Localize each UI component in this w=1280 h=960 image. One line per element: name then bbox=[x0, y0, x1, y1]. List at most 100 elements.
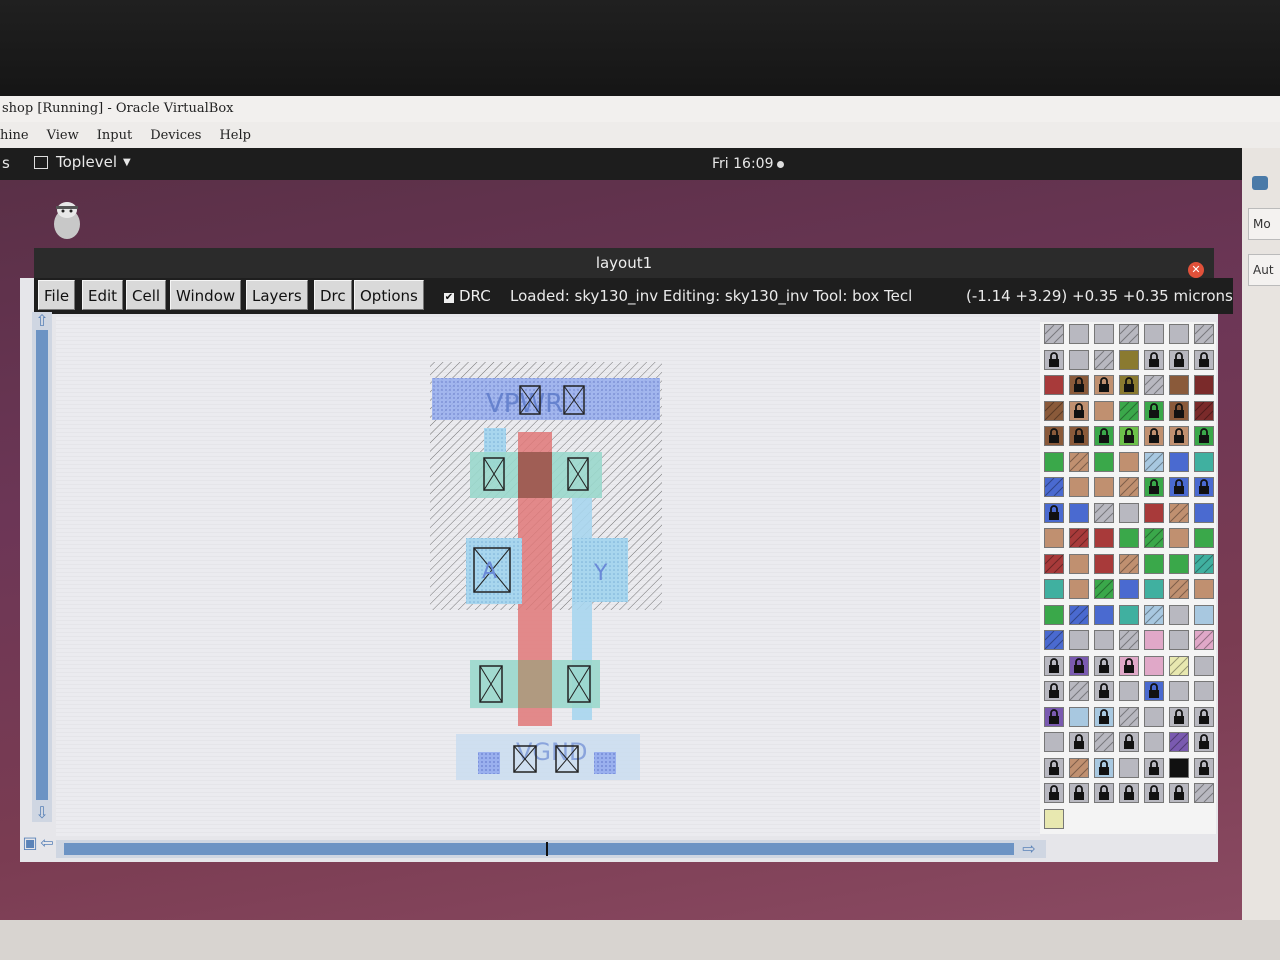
layer-swatch[interactable] bbox=[1194, 553, 1214, 574]
locked-layer-swatch[interactable] bbox=[1044, 655, 1064, 676]
menu-input[interactable]: Input bbox=[97, 128, 132, 143]
menu-machine[interactable]: hine bbox=[0, 128, 29, 143]
layer-swatch[interactable] bbox=[1144, 579, 1164, 599]
layer-swatch[interactable] bbox=[1069, 528, 1089, 548]
locked-layer-swatch[interactable] bbox=[1169, 477, 1189, 497]
layer-swatch[interactable] bbox=[1169, 681, 1189, 701]
close-icon[interactable]: ✕ bbox=[1188, 262, 1204, 278]
locked-layer-swatch[interactable] bbox=[1169, 706, 1189, 727]
layer-swatch[interactable] bbox=[1144, 604, 1164, 625]
locked-layer-swatch[interactable] bbox=[1069, 783, 1089, 803]
layer-swatch[interactable] bbox=[1069, 757, 1089, 778]
locked-layer-swatch[interactable] bbox=[1144, 477, 1164, 497]
layer-swatch[interactable] bbox=[1144, 451, 1164, 472]
layer-swatch[interactable] bbox=[1119, 630, 1139, 650]
layer-swatch[interactable] bbox=[1069, 477, 1089, 497]
layer-swatch[interactable] bbox=[1119, 477, 1139, 497]
locked-layer-swatch[interactable] bbox=[1119, 732, 1139, 752]
vertical-scroll-thumb[interactable] bbox=[36, 330, 48, 800]
locked-layer-swatch[interactable] bbox=[1194, 426, 1214, 446]
layer-swatch[interactable] bbox=[1169, 757, 1189, 778]
layer-swatch[interactable] bbox=[1144, 324, 1164, 344]
layer-swatch[interactable] bbox=[1044, 604, 1064, 625]
layer-swatch[interactable] bbox=[1194, 604, 1214, 625]
layer-swatch[interactable] bbox=[1094, 477, 1114, 497]
side-button-mo[interactable]: Mo bbox=[1248, 208, 1280, 240]
layer-swatch[interactable] bbox=[1044, 732, 1064, 752]
layer-swatch[interactable] bbox=[1094, 604, 1114, 625]
locked-layer-swatch[interactable] bbox=[1194, 732, 1214, 752]
layer-swatch[interactable] bbox=[1194, 630, 1214, 650]
layer-swatch[interactable] bbox=[1044, 451, 1064, 472]
layer-swatch[interactable] bbox=[1069, 553, 1089, 574]
layer-swatch[interactable] bbox=[1094, 553, 1114, 574]
menu-cell[interactable]: Cell bbox=[126, 280, 167, 310]
menu-file[interactable]: File bbox=[38, 280, 76, 310]
layer-swatch[interactable] bbox=[1194, 528, 1214, 548]
layout-canvas[interactable]: VPWR Y A VGND bbox=[56, 316, 1040, 836]
scroll-right-arrow-icon[interactable]: ⇨ bbox=[1020, 840, 1038, 858]
menu-help[interactable]: Help bbox=[219, 128, 251, 143]
locked-layer-swatch[interactable] bbox=[1069, 732, 1089, 752]
locked-layer-swatch[interactable] bbox=[1119, 783, 1139, 803]
layer-swatch[interactable] bbox=[1194, 579, 1214, 599]
horizontal-scroll-thumb[interactable] bbox=[64, 843, 1014, 855]
layer-swatch[interactable] bbox=[1169, 579, 1189, 599]
locked-layer-swatch[interactable] bbox=[1094, 426, 1114, 446]
layer-swatch[interactable] bbox=[1044, 375, 1064, 395]
locked-layer-swatch[interactable] bbox=[1144, 349, 1164, 370]
scroll-left-arrow-icon[interactable]: ⇦ bbox=[38, 834, 56, 852]
layer-swatch[interactable] bbox=[1169, 528, 1189, 548]
chat-icon[interactable] bbox=[1252, 176, 1268, 190]
layer-swatch[interactable] bbox=[1094, 630, 1114, 650]
layer-swatch[interactable] bbox=[1144, 706, 1164, 727]
locked-layer-swatch[interactable] bbox=[1044, 757, 1064, 778]
locked-layer-swatch[interactable] bbox=[1194, 706, 1214, 727]
layer-swatch[interactable] bbox=[1169, 604, 1189, 625]
locked-layer-swatch[interactable] bbox=[1144, 400, 1164, 421]
locked-layer-swatch[interactable] bbox=[1144, 426, 1164, 446]
toplevel-app-menu[interactable]: Toplevel ▼ bbox=[34, 153, 131, 171]
layer-swatch[interactable] bbox=[1044, 579, 1064, 599]
layer-swatch[interactable] bbox=[1194, 502, 1214, 523]
locked-layer-swatch[interactable] bbox=[1044, 783, 1064, 803]
layer-swatch[interactable] bbox=[1119, 553, 1139, 574]
layer-swatch[interactable] bbox=[1169, 655, 1189, 676]
layer-swatch[interactable] bbox=[1144, 630, 1164, 650]
layer-swatch[interactable] bbox=[1044, 528, 1064, 548]
layer-swatch[interactable] bbox=[1194, 783, 1214, 803]
locked-layer-swatch[interactable] bbox=[1069, 400, 1089, 421]
menu-view[interactable]: View bbox=[47, 128, 79, 143]
layer-swatch[interactable] bbox=[1119, 324, 1139, 344]
layer-swatch[interactable] bbox=[1069, 349, 1089, 370]
layer-swatch[interactable] bbox=[1169, 375, 1189, 395]
locked-layer-swatch[interactable] bbox=[1044, 706, 1064, 727]
horizontal-scrollbar[interactable] bbox=[56, 840, 1046, 858]
layer-swatch[interactable] bbox=[1169, 451, 1189, 472]
locked-layer-swatch[interactable] bbox=[1144, 681, 1164, 701]
layer-swatch[interactable] bbox=[1169, 553, 1189, 574]
locked-layer-swatch[interactable] bbox=[1044, 349, 1064, 370]
locked-layer-swatch[interactable] bbox=[1044, 681, 1064, 701]
layer-swatch[interactable] bbox=[1044, 324, 1064, 344]
locked-layer-swatch[interactable] bbox=[1144, 783, 1164, 803]
layer-swatch[interactable] bbox=[1044, 477, 1064, 497]
layer-swatch[interactable] bbox=[1094, 400, 1114, 421]
locked-layer-swatch[interactable] bbox=[1169, 349, 1189, 370]
locked-layer-swatch[interactable] bbox=[1069, 426, 1089, 446]
locked-layer-swatch[interactable] bbox=[1069, 655, 1089, 676]
side-button-aut[interactable]: Aut bbox=[1248, 254, 1280, 286]
scroll-up-arrow-icon[interactable]: ⇧ bbox=[33, 312, 51, 330]
locked-layer-swatch[interactable] bbox=[1069, 375, 1089, 395]
layer-swatch[interactable] bbox=[1169, 324, 1189, 344]
locked-layer-swatch[interactable] bbox=[1044, 426, 1064, 446]
layer-swatch[interactable] bbox=[1144, 528, 1164, 548]
clock[interactable]: Fri 16:09 bbox=[712, 156, 785, 172]
locked-layer-swatch[interactable] bbox=[1169, 783, 1189, 803]
layer-swatch[interactable] bbox=[1069, 502, 1089, 523]
layer-swatch[interactable] bbox=[1194, 324, 1214, 344]
menu-options[interactable]: Options bbox=[354, 280, 424, 310]
locked-layer-swatch[interactable] bbox=[1094, 706, 1114, 727]
layer-swatch[interactable] bbox=[1169, 502, 1189, 523]
layer-swatch[interactable] bbox=[1119, 757, 1139, 778]
